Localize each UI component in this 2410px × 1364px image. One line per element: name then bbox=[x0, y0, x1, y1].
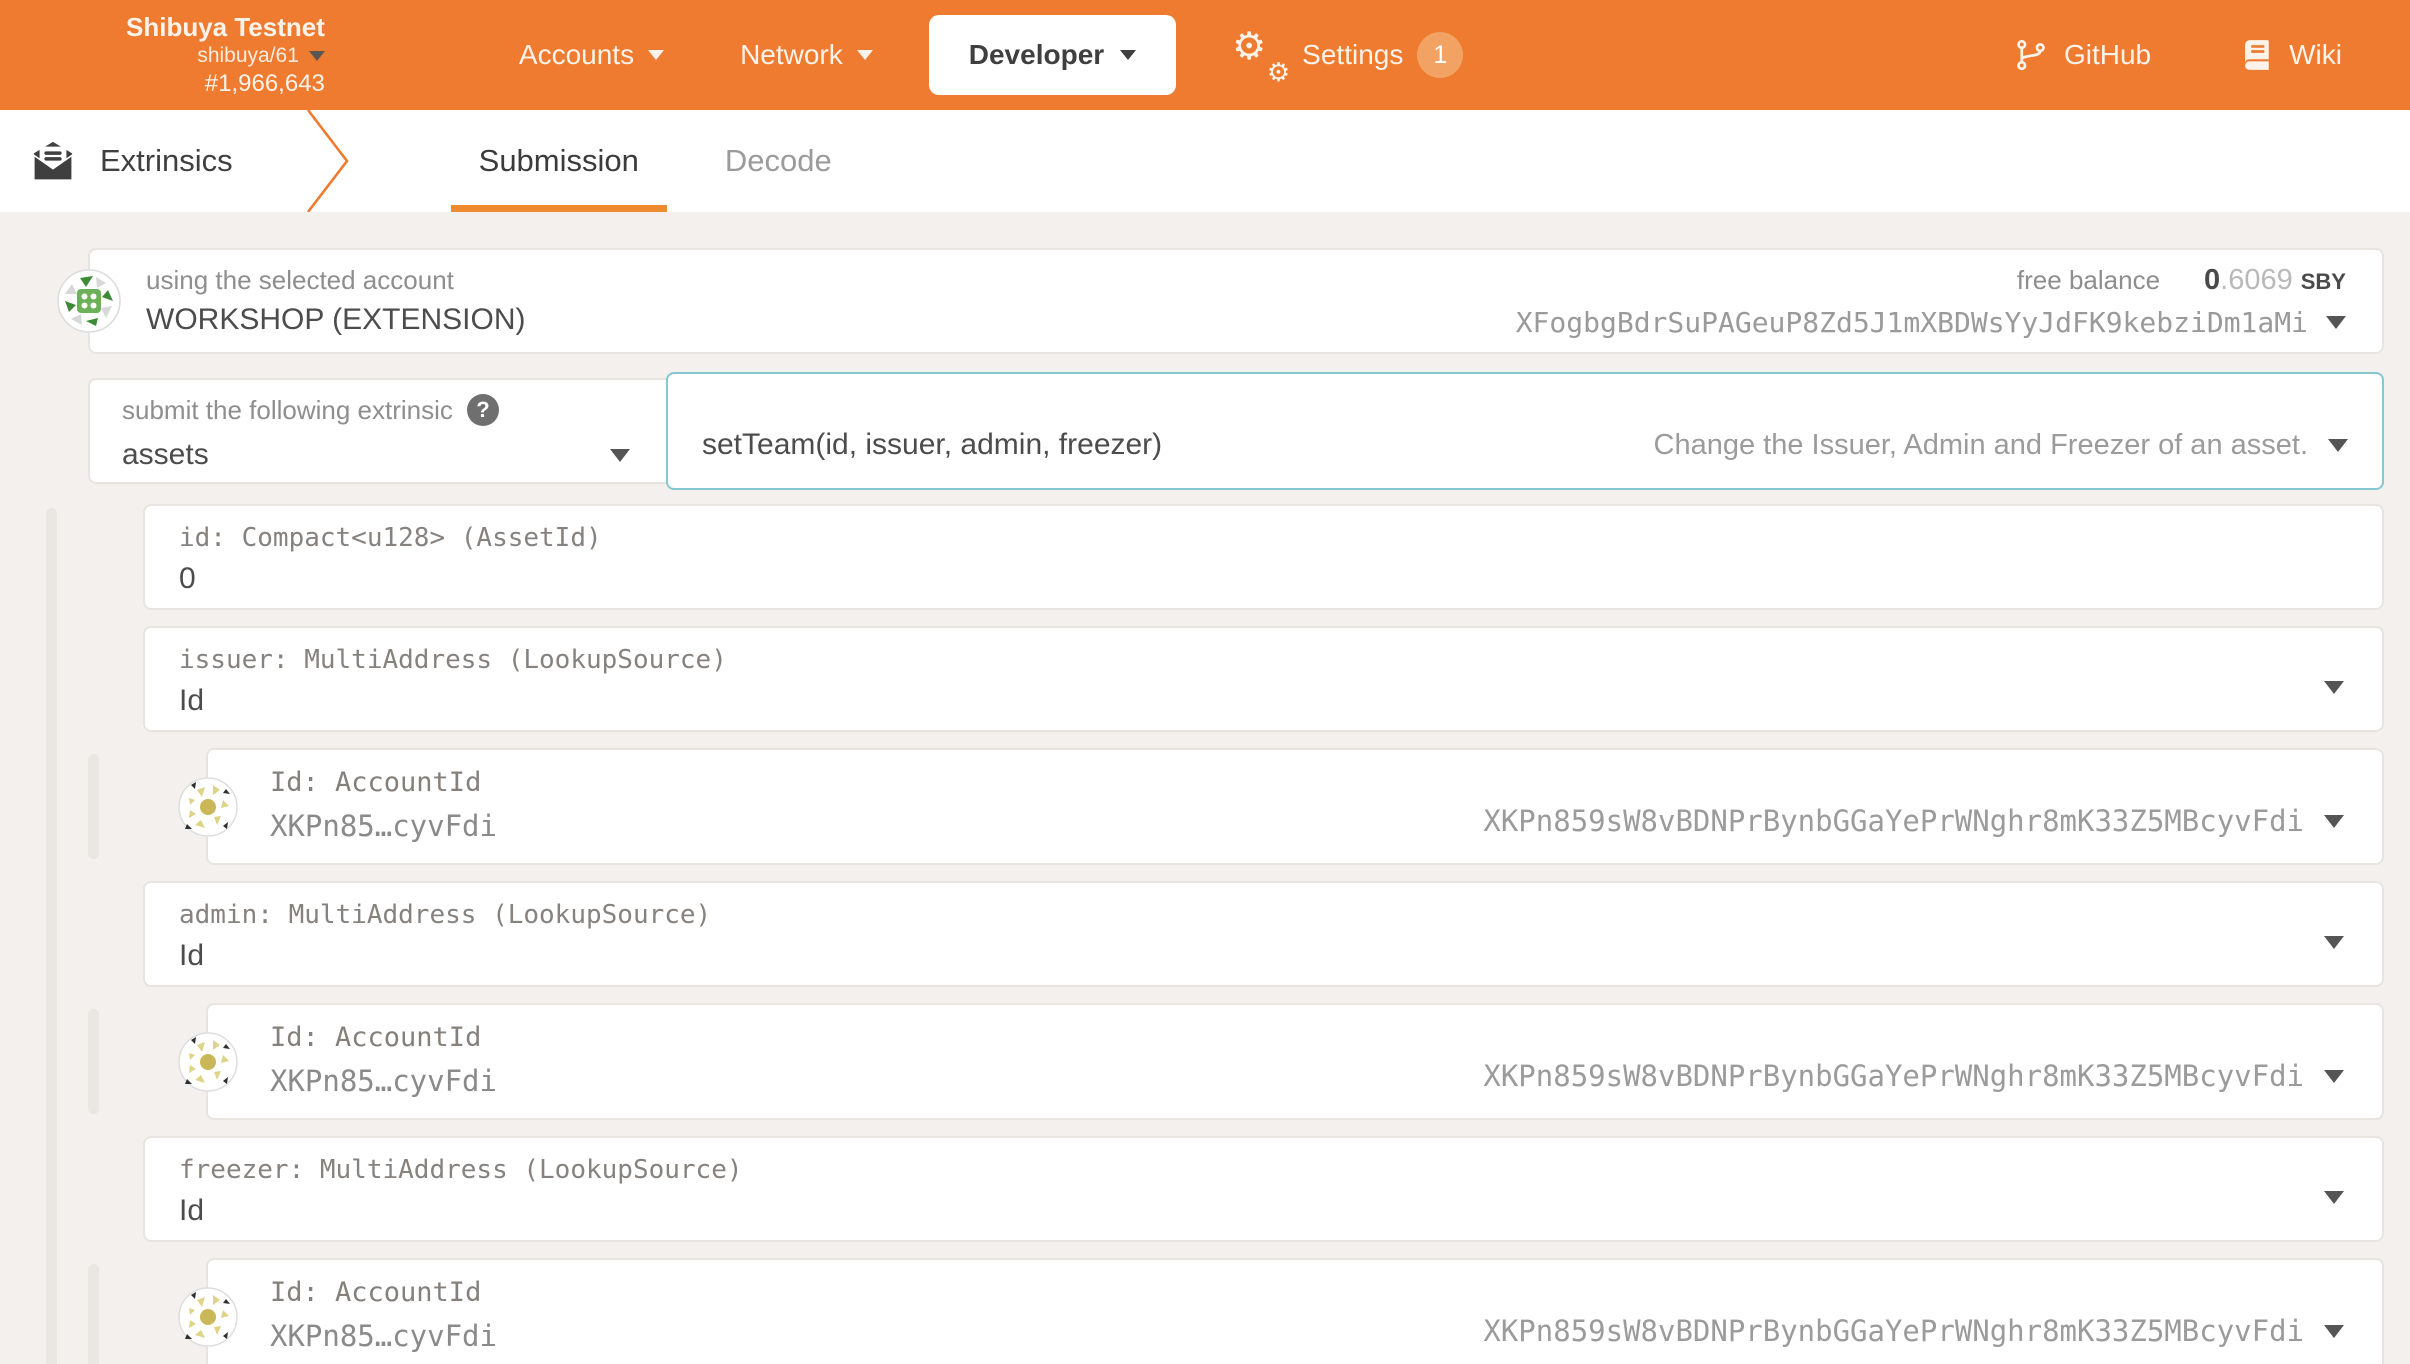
tabs: Submission Decode bbox=[450, 110, 860, 212]
caret-down-icon bbox=[2328, 439, 2348, 452]
wiki-link[interactable]: Wiki bbox=[2215, 38, 2366, 72]
extrinsic-selector: submit the following extrinsic ? assets … bbox=[88, 372, 2384, 490]
account-name: WORKSHOP (EXTENSION) bbox=[146, 303, 526, 336]
param-freezer-select[interactable]: freezer: MultiAddress (LookupSource) Id bbox=[143, 1136, 2384, 1242]
account-select[interactable]: using the selected account WORKSHOP (EXT… bbox=[57, 248, 2384, 354]
method-select[interactable]: setTeam(id, issuer, admin, freezer) Chan… bbox=[666, 372, 2384, 490]
caret-down-icon[interactable] bbox=[2324, 1191, 2344, 1204]
account-address: XFogbgBdrSuPAGeuP8Zd5J1mXBDWsYyJdFK9kebz… bbox=[1515, 305, 2308, 339]
network-selector[interactable]: Shibuya Testnet shibuya/61 #1,966,643 bbox=[126, 12, 325, 99]
book-icon bbox=[2245, 40, 2269, 70]
account-dropdown[interactable]: XKPn859sW8vBDNPrBynbGGaYePrWNghr8mK33Z5M… bbox=[1483, 804, 2344, 846]
account-identicon[interactable] bbox=[177, 776, 239, 838]
caret-down-icon bbox=[2324, 814, 2344, 828]
menu-network[interactable]: Network bbox=[702, 0, 911, 110]
settings-gears-icon: ⚙ ⚙ bbox=[1232, 26, 1291, 87]
menu-settings[interactable]: ⚙ ⚙ Settings 1 bbox=[1194, 0, 1501, 110]
settings-badge: 1 bbox=[1417, 32, 1464, 78]
param-issuer-account[interactable]: Id: AccountId XKPn85…cyvFdi XKPn859sW8vB… bbox=[88, 748, 2384, 865]
caret-down-icon bbox=[856, 50, 873, 60]
param-id[interactable]: id: Compact<u128> (AssetId) 0 bbox=[143, 504, 2384, 610]
chevron-divider bbox=[306, 110, 349, 212]
param-admin-select[interactable]: admin: MultiAddress (LookupSource) Id bbox=[143, 881, 2384, 987]
free-balance-label: free balance bbox=[2016, 264, 2161, 295]
section-select[interactable]: assets bbox=[122, 438, 630, 472]
caret-down-icon[interactable] bbox=[2326, 315, 2346, 329]
account-select-label: using the selected account bbox=[146, 265, 454, 295]
account-identicon[interactable] bbox=[56, 268, 122, 334]
app-title-extrinsics: Extrinsics bbox=[0, 110, 305, 212]
extrinsic-label: submit the following extrinsic bbox=[122, 394, 453, 425]
tab-submission[interactable]: Submission bbox=[450, 110, 667, 212]
param-freezer-account[interactable]: Id: AccountId XKPn85…cyvFdi XKPn859sW8vB… bbox=[88, 1258, 2384, 1364]
menu-accounts[interactable]: Accounts bbox=[481, 0, 702, 110]
caret-down-icon bbox=[648, 50, 665, 60]
caret-down-icon[interactable] bbox=[2324, 681, 2344, 694]
envelope-open-icon bbox=[33, 141, 73, 181]
git-branch-icon bbox=[2017, 39, 2045, 71]
external-links: GitHub Wiki bbox=[1990, 38, 2366, 72]
tab-bar: Extrinsics Submission Decode bbox=[0, 110, 2410, 212]
method-name: setTeam(id, issuer, admin, freezer) bbox=[702, 428, 1163, 461]
caret-down-icon[interactable] bbox=[2324, 936, 2344, 949]
account-identicon[interactable] bbox=[177, 1031, 239, 1093]
network-endpoint: shibuya/61 bbox=[197, 44, 299, 68]
account-dropdown[interactable]: XKPn859sW8vBDNPrBynbGGaYePrWNghr8mK33Z5M… bbox=[1483, 1059, 2344, 1101]
extrinsics-page: using the selected account WORKSHOP (EXT… bbox=[0, 212, 2410, 1364]
caret-down-icon bbox=[2324, 1069, 2344, 1083]
main-menu: Accounts Network Developer ⚙ ⚙ Settings 1 bbox=[481, 0, 1501, 110]
tab-decode[interactable]: Decode bbox=[697, 110, 860, 212]
caret-down-icon bbox=[2324, 1324, 2344, 1338]
param-id-input[interactable]: 0 bbox=[179, 562, 2348, 596]
help-icon[interactable]: ? bbox=[466, 394, 499, 426]
account-identicon[interactable] bbox=[177, 1286, 239, 1348]
caret-down-icon bbox=[1120, 50, 1137, 60]
github-link[interactable]: GitHub bbox=[1990, 38, 2175, 72]
menu-developer[interactable]: Developer bbox=[928, 15, 1177, 95]
param-admin-account[interactable]: Id: AccountId XKPn85…cyvFdi XKPn859sW8vB… bbox=[88, 1003, 2384, 1120]
caret-down-icon[interactable] bbox=[308, 51, 325, 62]
indent-guide bbox=[46, 508, 57, 1364]
caret-down-icon bbox=[610, 448, 630, 462]
method-description-dropdown[interactable]: Change the Issuer, Admin and Freezer of … bbox=[1654, 429, 2348, 462]
account-dropdown[interactable]: XKPn859sW8vBDNPrBynbGGaYePrWNghr8mK33Z5M… bbox=[1483, 1314, 2344, 1356]
params-list: id: Compact<u128> (AssetId) 0 issuer: Mu… bbox=[0, 504, 2410, 1364]
param-issuer-select[interactable]: issuer: MultiAddress (LookupSource) Id bbox=[143, 626, 2384, 732]
free-balance-value: 0.6069 SBY bbox=[2204, 263, 2346, 296]
best-block-number: #1,966,643 bbox=[204, 70, 325, 98]
network-name: Shibuya Testnet bbox=[126, 11, 325, 42]
top-nav: Shibuya Testnet shibuya/61 #1,966,643 Ac… bbox=[0, 0, 2410, 110]
